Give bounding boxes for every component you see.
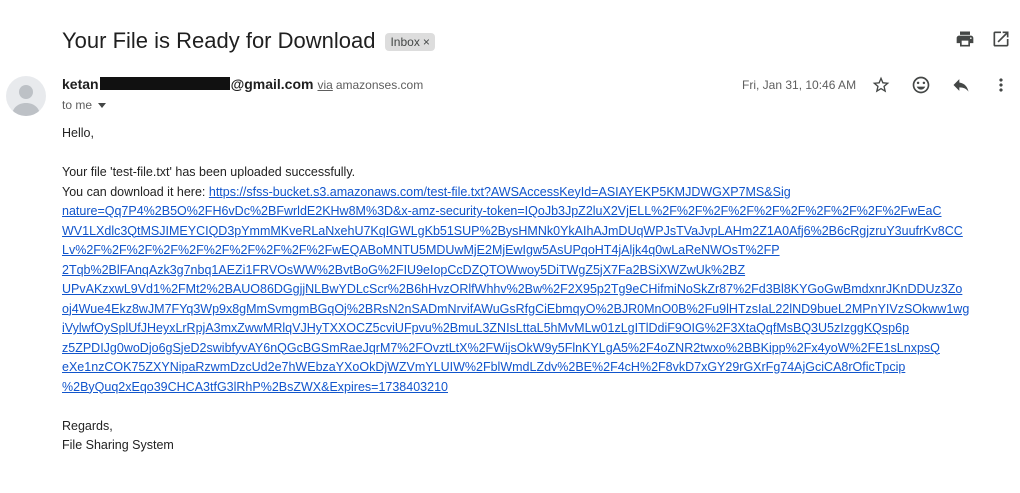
download-prefix: You can download it here: [62,184,209,199]
redaction-bar [99,77,230,90]
open-in-new-icon[interactable] [990,28,1012,50]
download-link-line[interactable]: z5ZPDIJg0woDjo6gSjeD2swibfyvAY6nQGcBGSmR… [62,341,940,355]
avatar-icon[interactable] [6,76,46,116]
via-domain: amazonses.com [335,78,424,92]
sender-line: ketan @gmail.com via amazonses.com [62,76,423,92]
recipient-text: to me [62,98,93,112]
sender-email-domain: @gmail.com [230,76,314,92]
download-line: You can download it here: https://sfss-b… [62,183,1012,203]
regards-text: Regards, [62,418,113,433]
recipient-dropdown[interactable]: to me [62,98,107,112]
download-link-line[interactable]: %2ByQuq2xEqo39CHCA3tfG3lRhP%2BsZWX&Expir… [62,380,448,394]
remove-label-button[interactable]: × [423,35,430,49]
download-link-line[interactable]: oj4Wue4Ekz8wJM7FYq3Wp9x8gMmSvmgmBGqOj%2B… [62,302,969,316]
email-date: Fri, Jan 31, 10:46 AM [742,78,857,92]
more-vertical-icon[interactable] [990,74,1012,96]
download-link-line[interactable]: iVylwfOySplUfJHeyxLrRpjA3mxZwwMRlqVJHyTX… [62,321,909,335]
inbox-label-chip[interactable]: Inbox × [385,33,435,51]
signature-text: File Sharing System [62,438,174,452]
via-link[interactable]: via [317,78,332,92]
download-link-line[interactable]: UPvAKzxwL9Vd1%2FMt2%2BAUO86DGgjjNLBwYDLc… [62,282,962,296]
download-link-line[interactable]: Lv%2F%2F%2F%2F%2F%2F%2F%2F%2F%2FwEQABoMN… [62,243,780,257]
subject-row: Your File is Ready for Download Inbox × [62,26,435,56]
upload-success-text: Your file 'test-file.txt' has been uploa… [62,165,356,179]
email-subject: Your File is Ready for Download [62,28,376,53]
print-icon[interactable] [954,28,976,50]
greeting: Hello, [62,126,94,140]
emoji-icon[interactable] [910,74,932,96]
reply-icon[interactable] [950,74,972,96]
email-body: Hello, Your file 'test-file.txt' has bee… [62,124,1012,456]
message-actions [870,74,1012,96]
sender-name-prefix: ketan [62,76,99,92]
star-icon[interactable] [870,74,892,96]
chevron-down-icon [98,103,107,108]
download-link-line[interactable]: eXe1nzCOK75ZXYNipaRzwmDzcUd2e7hWEbzaYXoO… [62,360,905,374]
download-link-line[interactable]: 2Tqb%2BlFAnqAzk3g7nbq1AEZi1FRVOsWW%2BvtB… [62,263,745,277]
download-link-line[interactable]: https://sfss-bucket.s3.amazonaws.com/tes… [209,185,791,199]
subject-actions [954,28,1012,50]
download-link-line[interactable]: WV1LXdlc3QtMSJIMEYCIQD3pYmmMKveRLaNxehU7… [62,224,963,238]
inbox-label-text: Inbox [390,35,420,49]
download-link-line[interactable]: nature=Qq7P4%2B5O%2FH6vDc%2BFwrldE2KHw8M… [62,204,942,218]
